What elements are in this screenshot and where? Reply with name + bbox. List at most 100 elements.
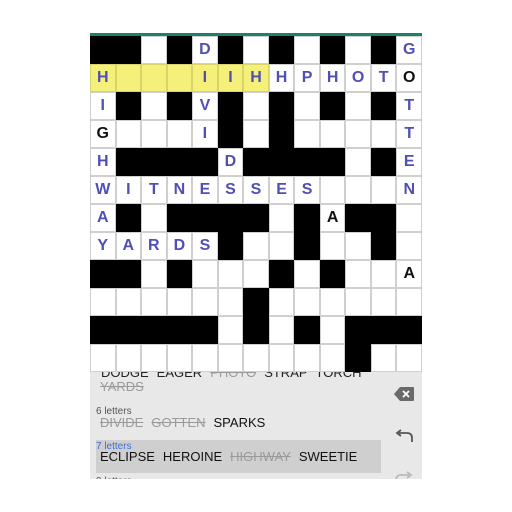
- grid-cell[interactable]: [294, 288, 320, 316]
- grid-cell[interactable]: [396, 232, 422, 260]
- grid-cell[interactable]: I: [115, 176, 142, 204]
- grid-cell[interactable]: [370, 176, 397, 204]
- word-item[interactable]: PHOTO: [210, 372, 256, 380]
- grid-cell[interactable]: I: [217, 64, 244, 92]
- grid-cell[interactable]: [243, 260, 269, 288]
- grid-cell[interactable]: [141, 344, 167, 372]
- grid-cell[interactable]: [166, 64, 193, 92]
- grid-cell[interactable]: [166, 288, 193, 316]
- grid-cell[interactable]: [192, 288, 218, 316]
- word-item[interactable]: TORCH: [316, 372, 362, 380]
- word-item[interactable]: SWEETIE: [299, 449, 358, 464]
- grid-cell[interactable]: [192, 344, 218, 372]
- grid-cell[interactable]: A: [396, 260, 422, 288]
- grid-cell[interactable]: [268, 344, 295, 372]
- grid-cell[interactable]: [243, 344, 269, 372]
- word-item[interactable]: SPARKS: [214, 415, 266, 430]
- grid-cell[interactable]: [319, 344, 346, 372]
- grid-cell[interactable]: [345, 36, 371, 64]
- grid-cell[interactable]: [141, 288, 167, 316]
- grid-cell[interactable]: [345, 92, 371, 120]
- grid-cell[interactable]: [141, 92, 167, 120]
- grid-cell[interactable]: [217, 316, 244, 344]
- grid-cell[interactable]: [268, 288, 295, 316]
- grid-cell[interactable]: [345, 176, 371, 204]
- grid-cell[interactable]: A: [115, 232, 142, 260]
- grid-cell[interactable]: S: [294, 176, 320, 204]
- grid-cell[interactable]: [294, 344, 320, 372]
- grid-cell[interactable]: D: [192, 36, 218, 64]
- grid-cell[interactable]: [217, 260, 244, 288]
- grid-cell[interactable]: [294, 120, 320, 148]
- grid-cell[interactable]: E: [396, 148, 422, 176]
- grid-cell[interactable]: [345, 288, 371, 316]
- grid-cell[interactable]: D: [166, 232, 193, 260]
- grid-cell[interactable]: [115, 120, 142, 148]
- grid-cell[interactable]: P: [294, 64, 320, 92]
- grid-cell[interactable]: D: [217, 148, 244, 176]
- grid-cell[interactable]: T: [396, 92, 422, 120]
- grid-cell[interactable]: [141, 260, 167, 288]
- grid-cell[interactable]: T: [396, 120, 422, 148]
- grid-cell[interactable]: [345, 148, 371, 176]
- grid-cell[interactable]: V: [192, 92, 218, 120]
- word-item[interactable]: YARDS: [100, 379, 144, 394]
- grid-cell[interactable]: E: [268, 176, 295, 204]
- grid-cell[interactable]: O: [396, 64, 422, 92]
- grid-cell[interactable]: T: [141, 176, 167, 204]
- word-item[interactable]: EAGER: [157, 372, 203, 380]
- grid-cell[interactable]: [268, 232, 295, 260]
- grid-cell[interactable]: [217, 344, 244, 372]
- grid-cell[interactable]: [115, 64, 142, 92]
- grid-cell[interactable]: H: [319, 64, 346, 92]
- grid-cell[interactable]: I: [90, 92, 116, 120]
- grid-cell[interactable]: A: [90, 204, 116, 232]
- grid-cell[interactable]: [90, 288, 116, 316]
- grid-cell[interactable]: G: [396, 36, 422, 64]
- grid-cell[interactable]: [345, 120, 371, 148]
- grid-cell[interactable]: [370, 288, 397, 316]
- grid-cell[interactable]: [268, 316, 295, 344]
- grid-cell[interactable]: [319, 288, 346, 316]
- grid-cell[interactable]: H: [90, 148, 116, 176]
- backspace-button[interactable]: [386, 378, 422, 410]
- grid-cell[interactable]: [166, 344, 193, 372]
- grid-cell[interactable]: [192, 260, 218, 288]
- grid-cell[interactable]: Y: [90, 232, 116, 260]
- grid-cell[interactable]: [396, 288, 422, 316]
- grid-cell[interactable]: [396, 204, 422, 232]
- grid-cell[interactable]: [319, 120, 346, 148]
- undo-button[interactable]: [386, 420, 422, 452]
- word-item[interactable]: STRAP: [264, 372, 307, 380]
- grid-cell[interactable]: [141, 64, 167, 92]
- word-item[interactable]: HIGHWAY: [230, 449, 291, 464]
- grid-cell[interactable]: O: [345, 64, 371, 92]
- grid-cell[interactable]: [294, 36, 320, 64]
- grid-cell[interactable]: H: [90, 64, 116, 92]
- word-item[interactable]: HEROINE: [163, 449, 222, 464]
- grid-cell[interactable]: S: [243, 176, 269, 204]
- grid-cell[interactable]: [141, 36, 167, 64]
- grid-cell[interactable]: E: [192, 176, 218, 204]
- grid-cell[interactable]: [243, 232, 269, 260]
- grid-cell[interactable]: A: [319, 204, 346, 232]
- grid-cell[interactable]: [90, 344, 116, 372]
- grid-cell[interactable]: [294, 260, 320, 288]
- grid-cell[interactable]: [345, 232, 371, 260]
- grid-cell[interactable]: [294, 92, 320, 120]
- grid-cell[interactable]: [243, 120, 269, 148]
- grid-cell[interactable]: [319, 232, 346, 260]
- grid-cell[interactable]: [217, 288, 244, 316]
- word-item[interactable]: DIVIDE: [100, 415, 143, 430]
- grid-cell[interactable]: [166, 120, 193, 148]
- grid-cell[interactable]: S: [192, 232, 218, 260]
- grid-cell[interactable]: [115, 344, 142, 372]
- grid-cell[interactable]: [141, 120, 167, 148]
- grid-cell[interactable]: G: [90, 120, 116, 148]
- grid-cell[interactable]: [370, 344, 397, 372]
- grid-cell[interactable]: [370, 260, 397, 288]
- grid-cell[interactable]: T: [370, 64, 397, 92]
- grid-cell[interactable]: [243, 36, 269, 64]
- grid-cell[interactable]: R: [141, 232, 167, 260]
- grid-cell[interactable]: [370, 120, 397, 148]
